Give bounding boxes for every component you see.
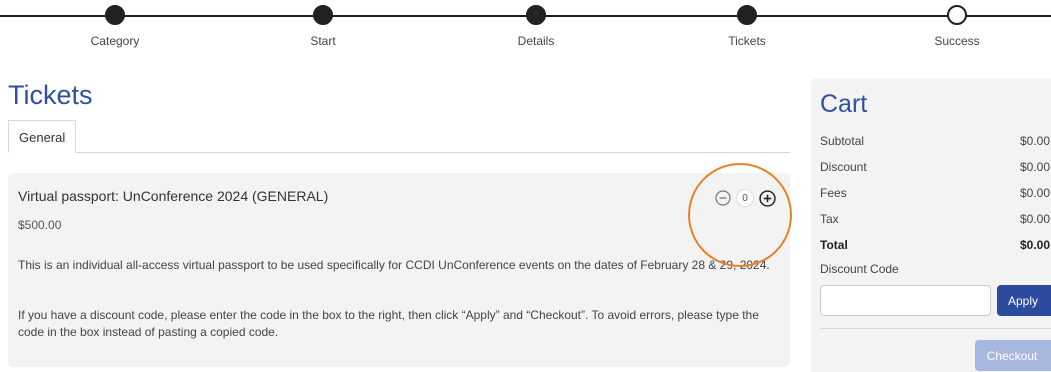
increment-button[interactable] — [758, 189, 776, 207]
cart-row-value: $0.00 — [1020, 186, 1051, 200]
apply-button[interactable]: Apply — [997, 285, 1051, 316]
cart-title: Cart — [820, 90, 868, 118]
cart-row-total: Total $0.00 — [820, 238, 1051, 252]
cart-row-value: $0.00 — [1020, 134, 1051, 148]
cart-row-fees: Fees $0.00 — [820, 186, 1051, 200]
step-label: Tickets — [728, 34, 766, 48]
cart-row-value: $0.00 — [1020, 212, 1051, 226]
discount-note: If you have a discount code, please ente… — [18, 308, 759, 339]
step-dot-complete — [313, 5, 333, 25]
cart-row-value: $0.00 — [1020, 238, 1051, 252]
divider — [820, 328, 1051, 329]
cart-row-label: Total — [820, 238, 848, 252]
step-dot-complete — [737, 5, 757, 25]
page-title: Tickets — [8, 80, 93, 110]
cart-row-label: Tax — [820, 212, 839, 226]
progress-stepper: Category Start Details Tickets Success — [0, 0, 1051, 60]
quantity-value: 0 — [736, 189, 754, 207]
step-label: Details — [517, 34, 555, 48]
cart-row-discount: Discount $0.00 — [820, 160, 1051, 174]
discount-code-label: Discount Code — [820, 262, 899, 276]
step-label: Category — [90, 34, 140, 48]
minus-circle-icon — [715, 190, 731, 206]
step-dot-pending — [947, 5, 967, 25]
step-dot-complete — [105, 5, 125, 25]
cart-row-tax: Tax $0.00 — [820, 212, 1051, 226]
step-tickets: Tickets — [677, 5, 817, 48]
cart-row-label: Discount — [820, 160, 867, 174]
step-start: Start — [253, 5, 393, 48]
ticket-description: This is an individual all-access virtual… — [18, 258, 770, 272]
ticket-card: Virtual passport: UnConference 2024 (GEN… — [8, 173, 790, 367]
discount-code-input[interactable] — [820, 285, 991, 316]
step-label: Start — [310, 34, 336, 48]
cart-panel: Cart Subtotal $0.00 Discount $0.00 Fees … — [811, 78, 1051, 372]
cart-row-value: $0.00 — [1020, 160, 1051, 174]
ticket-tabs: General — [8, 120, 790, 153]
ticket-price: $500.00 — [18, 218, 62, 232]
step-details: Details — [466, 5, 606, 48]
cart-row-label: Fees — [820, 186, 847, 200]
tab-general[interactable]: General — [8, 120, 77, 153]
ticket-name: Virtual passport: UnConference 2024 (GEN… — [18, 188, 329, 204]
cart-row-label: Subtotal — [820, 134, 865, 148]
step-dot-complete — [526, 5, 546, 25]
step-success: Success — [887, 5, 1027, 48]
quantity-stepper: 0 — [714, 187, 776, 209]
checkout-button[interactable]: Checkout — [975, 340, 1051, 371]
cart-row-subtotal: Subtotal $0.00 — [820, 134, 1051, 148]
plus-circle-icon — [758, 189, 776, 207]
step-label: Success — [934, 34, 980, 48]
step-category: Category — [45, 5, 185, 48]
decrement-button[interactable] — [714, 189, 732, 207]
